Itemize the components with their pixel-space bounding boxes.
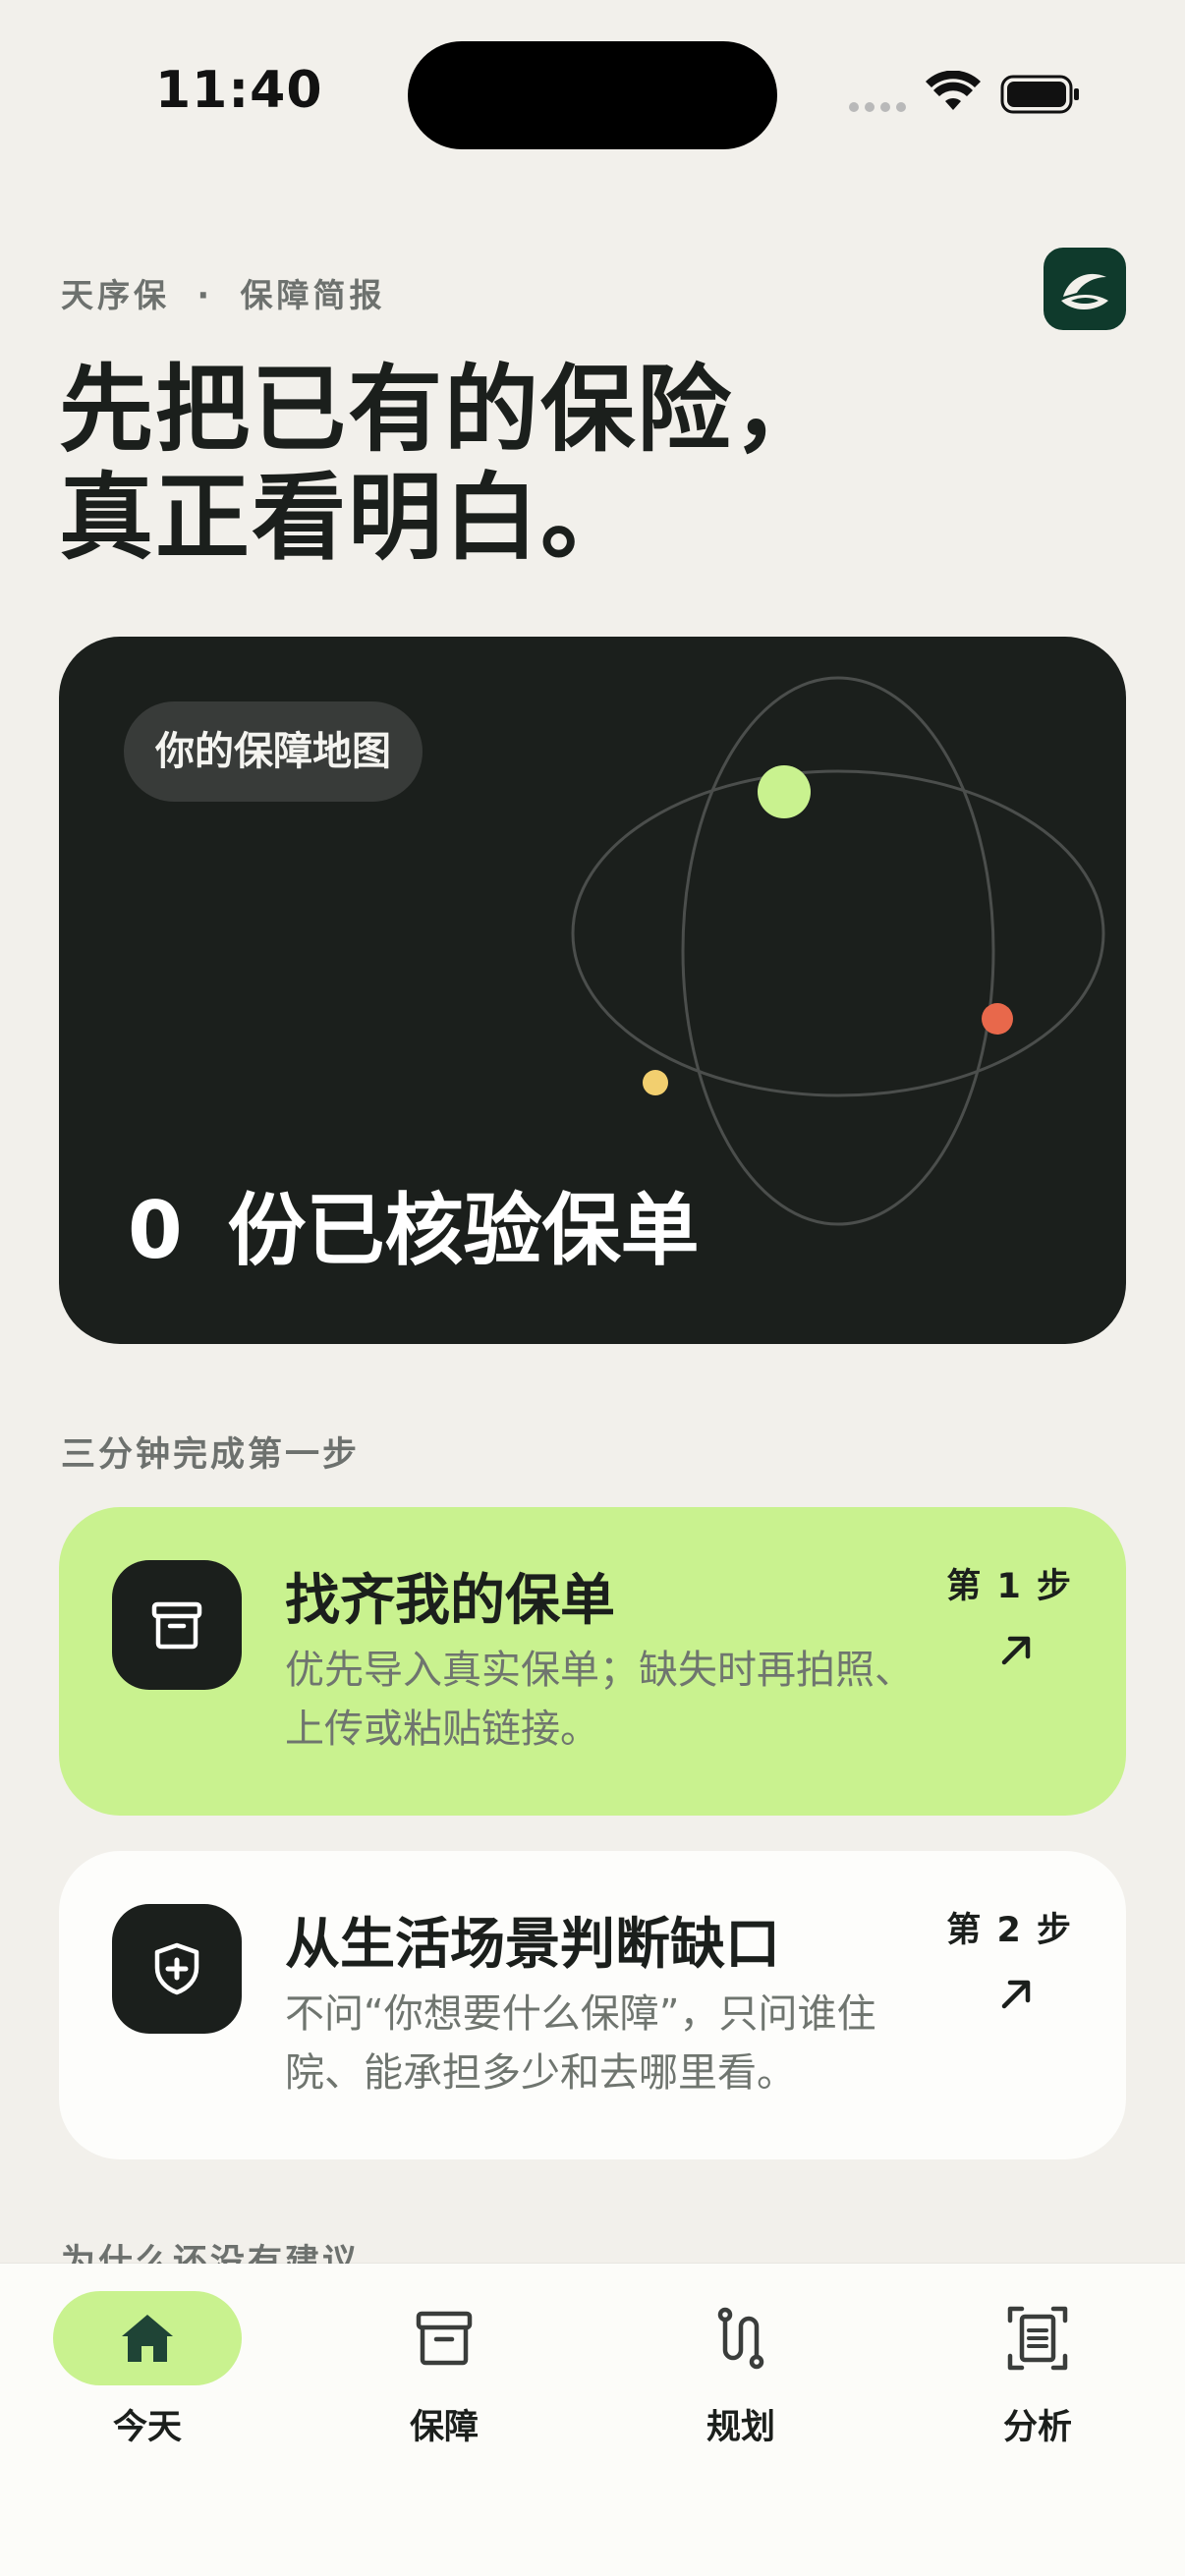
shield-plus-icon <box>112 1904 242 2034</box>
brand-section: 保障简报 <box>240 276 386 314</box>
steps-section-label: 三分钟完成第一步 <box>61 1435 361 1475</box>
tab-label: 分析 <box>1002 2408 1072 2447</box>
page-headline: 先把已有的保险， 真正看明白。 <box>59 356 829 572</box>
verified-count-number: 0 <box>128 1185 183 1276</box>
step-card-find-policies[interactable]: 找齐我的保单 优先导入真实保单；缺失时再拍照、上传或粘贴链接。 第 1 步 <box>59 1507 1126 1816</box>
battery-icon <box>1000 75 1079 114</box>
brand-name: 天序保 <box>61 276 170 314</box>
verified-count-label: 份已核验保单 <box>227 1185 700 1276</box>
headline-line-1: 先把已有的保险， <box>59 355 829 465</box>
document-scan-icon <box>943 2291 1132 2385</box>
step-title: 找齐我的保单 <box>285 1569 615 1633</box>
step-title: 从生活场景判断缺口 <box>285 1913 780 1977</box>
step-description: 不问“你想要什么保障”，只问谁住院、能承担多少和去哪里看。 <box>285 1991 876 2096</box>
verified-policies-count: 0 份已核验保单 <box>128 1167 700 1281</box>
status-time: 11:40 <box>155 61 323 120</box>
tab-label: 保障 <box>409 2408 479 2447</box>
arrow-up-right-icon <box>1001 1980 1031 2009</box>
orbit-horizontal <box>571 769 1105 1097</box>
wifi-icon <box>926 71 981 110</box>
tab-planning[interactable]: 规划 <box>643 2291 839 2449</box>
coverage-map-card[interactable]: 你的保障地图 0 份已核验保单 <box>59 637 1126 1344</box>
app-logo-icon[interactable] <box>1044 248 1126 330</box>
dynamic-island <box>408 41 777 149</box>
step-description: 优先导入真实保单；缺失时再拍照、上传或粘贴链接。 <box>285 1648 914 1752</box>
coverage-map-chip[interactable]: 你的保障地图 <box>124 701 423 802</box>
archive-box-icon <box>350 2291 538 2385</box>
archive-box-icon <box>112 1560 242 1690</box>
step-number: 第 2 步 <box>946 1911 1073 1950</box>
orbit-dot-yellow <box>643 1070 668 1095</box>
step-number: 第 1 步 <box>946 1567 1073 1606</box>
home-icon <box>53 2291 242 2385</box>
tab-label: 规划 <box>705 2408 775 2447</box>
orbit-dot-red <box>982 1003 1013 1035</box>
orbit-dot-green <box>758 765 811 818</box>
step-card-life-scenarios[interactable]: 从生活场景判断缺口 不问“你想要什么保障”，只问谁住院、能承担多少和去哪里看。 … <box>59 1851 1126 2159</box>
headline-line-2: 真正看明白。 <box>59 463 637 573</box>
tab-coverage[interactable]: 保障 <box>346 2291 542 2449</box>
route-icon <box>647 2291 835 2385</box>
brand-line: 天序保 · 保障简报 <box>61 269 386 316</box>
tab-label: 今天 <box>112 2408 182 2447</box>
bottom-tab-bar: 今天 保障 规划 分析 <box>0 2264 1185 2576</box>
brand-separator: · <box>197 276 214 314</box>
orbit-vertical <box>681 676 995 1226</box>
arrow-up-right-icon <box>1001 1636 1031 1665</box>
tab-today[interactable]: 今天 <box>49 2291 246 2449</box>
cellular-signal-icon <box>849 102 906 112</box>
tab-analysis[interactable]: 分析 <box>939 2291 1136 2449</box>
